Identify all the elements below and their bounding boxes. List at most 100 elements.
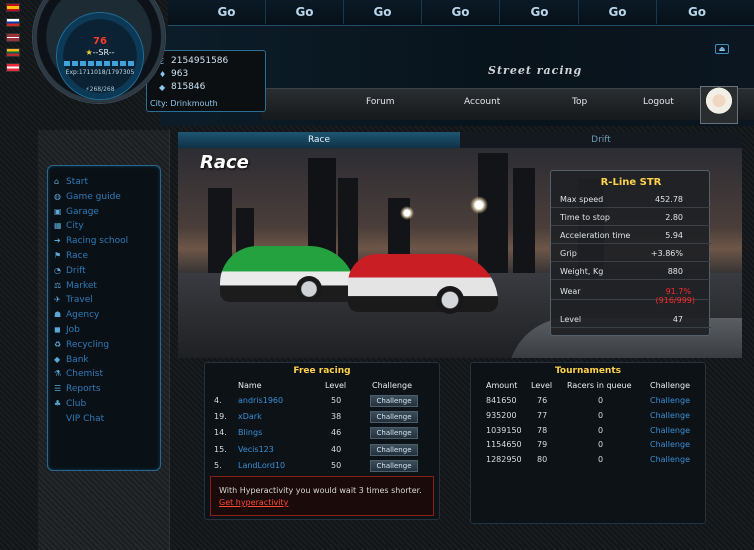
logo-text: Street racing: [488, 64, 583, 77]
go-button-7[interactable]: Go: [658, 0, 736, 24]
col-t-level: Level: [531, 381, 553, 390]
tournament-level: 76: [537, 396, 548, 405]
go-button-2[interactable]: Go: [266, 0, 344, 24]
challenge-button[interactable]: Challenge: [370, 395, 418, 407]
racer-level: 40: [331, 444, 342, 454]
flag-lithuania-icon[interactable]: [6, 48, 20, 57]
sidebar-item-city[interactable]: ▦ City: [54, 221, 84, 231]
racer-level: 50: [331, 460, 342, 470]
tournament-challenge-link[interactable]: Challenge: [650, 455, 690, 464]
racer-name-link[interactable]: xDark: [238, 412, 262, 421]
sidebar-item-garage[interactable]: ▣ Garage: [54, 207, 99, 217]
challenge-button[interactable]: Challenge: [370, 443, 418, 456]
city-label[interactable]: City: Drinkmouth: [150, 99, 262, 111]
tab-drift[interactable]: Drift: [460, 132, 742, 148]
free-racing-title: Free racing: [293, 366, 351, 376]
col-level: Level: [325, 381, 347, 390]
challenge-button[interactable]: Challenge: [370, 411, 418, 424]
challenge-button[interactable]: Challenge: [370, 459, 418, 472]
car-stat-divider: [551, 243, 711, 244]
drift-icon: ◔: [54, 265, 61, 275]
tournament-challenge-link[interactable]: Challenge: [650, 396, 690, 405]
tournament-challenge-link[interactable]: Challenge: [650, 426, 690, 435]
car-stat-label: Weight, Kg: [560, 267, 604, 276]
bank-icon: ◆: [54, 354, 61, 364]
car-wear-detail: (916/999): [655, 296, 695, 305]
car-stat-label: Grip: [560, 249, 577, 258]
racer-name-link[interactable]: andris1960: [238, 396, 283, 405]
go-button-1[interactable]: Go: [188, 0, 266, 24]
car-stat-value: 47: [672, 315, 683, 324]
tab-race[interactable]: Race: [178, 132, 460, 148]
exp-bar: [64, 61, 136, 66]
flag-spain-icon[interactable]: [6, 3, 20, 12]
tournament-level: 79: [537, 440, 548, 450]
menu-account[interactable]: Account: [464, 97, 500, 107]
sidebar-item-drift[interactable]: ◔ Drift: [54, 266, 86, 276]
sidebar-item-race[interactable]: ⚑ Race: [54, 251, 88, 261]
car-stat-label: Time to stop: [560, 213, 610, 222]
col-name: Name: [238, 381, 262, 390]
racer-rank: 5.: [214, 460, 222, 470]
tournament-level: 80: [537, 455, 548, 465]
car-stat-label: Wear: [560, 287, 581, 296]
sidebar-item-club[interactable]: ♣ Club: [54, 399, 86, 409]
tournament-amount: 841650: [486, 396, 517, 405]
sidebar-item-racing-school[interactable]: ➔ Racing school: [54, 236, 128, 246]
flag-russia-icon[interactable]: [6, 18, 20, 27]
sidebar-item-label: Racing school: [66, 236, 129, 247]
green-car: [220, 246, 356, 302]
go-button-5[interactable]: Go: [501, 0, 579, 24]
car-stat-value: 2.80: [665, 213, 683, 222]
sidebar-item-chemist[interactable]: ⚗ Chemist: [54, 369, 103, 379]
menu-logout[interactable]: Logout: [643, 97, 674, 107]
sidebar-item-label: Club: [66, 399, 87, 409]
go-button-6[interactable]: Go: [579, 0, 657, 24]
sidebar-item-travel[interactable]: ✈ Travel: [54, 295, 93, 305]
sidebar-item-bank[interactable]: ◆ Bank: [54, 355, 89, 365]
racer-name-link[interactable]: LandLord10: [238, 461, 285, 470]
racer-name-link[interactable]: Blings: [238, 428, 262, 437]
racer-name-link[interactable]: Vecis123: [238, 445, 274, 454]
tournament-challenge-link[interactable]: Challenge: [650, 440, 690, 449]
page-title: Race: [200, 152, 249, 173]
avatar[interactable]: [700, 86, 738, 124]
sidebar-item-label: Agency: [66, 310, 100, 321]
home-icon: ⌂: [54, 177, 60, 186]
get-hyperactivity-link[interactable]: Get hyperactivity: [219, 498, 288, 507]
agency-icon: ☗: [54, 310, 62, 320]
sidebar-item-job[interactable]: ◼ Job: [54, 325, 80, 335]
energy-row: ⚡268/268: [56, 86, 144, 93]
sidebar-item-agency[interactable]: ☗ Agency: [54, 310, 99, 320]
top-navigation: Go Go Go Go Go Go Go: [168, 0, 754, 26]
tournament-challenge-link[interactable]: Challenge: [650, 411, 690, 420]
game-page: Go Go Go Go Go Go Go ⏏ Street racing For…: [0, 0, 754, 550]
menu-bar: [262, 88, 754, 120]
challenge-button[interactable]: Challenge: [370, 427, 418, 440]
hyperactivity-notice: With Hyperactivity you would wait 3 time…: [210, 476, 434, 516]
go-button-3[interactable]: Go: [344, 0, 422, 24]
eject-icon[interactable]: ⏏: [715, 44, 729, 54]
sidebar-item-label: Game guide: [66, 191, 121, 202]
sidebar-item-start[interactable]: ⌂ Start: [54, 177, 88, 187]
sidebar-item-label: Chemist: [66, 369, 104, 380]
sidebar-item-vip-chat[interactable]: VIP Chat: [54, 414, 104, 424]
car-stat-divider: [551, 261, 711, 262]
menu-forum[interactable]: Forum: [366, 97, 395, 107]
points-icon: ◆: [159, 83, 166, 92]
go-button-4[interactable]: Go: [422, 0, 500, 24]
menu-top[interactable]: Top: [572, 97, 587, 107]
flag-latvia-icon[interactable]: [6, 33, 20, 42]
sidebar-item-market[interactable]: ⚖ Market: [54, 281, 97, 291]
player-rank: --SR--: [92, 48, 115, 57]
sidebar-item-recycling[interactable]: ♻ Recycling: [54, 340, 109, 350]
racer-rank: 15.: [214, 444, 227, 454]
flag-austria-icon[interactable]: [6, 63, 20, 72]
recycling-icon: ♻: [54, 339, 62, 349]
sidebar-item-label: Start: [66, 177, 88, 187]
sidebar-item-reports[interactable]: ☰ Reports: [54, 384, 101, 394]
racer-rank: 4.: [214, 396, 222, 405]
tournament-queue: 0: [598, 455, 604, 465]
sidebar-item-game-guide[interactable]: ◍ Game guide: [54, 192, 121, 202]
market-icon: ⚖: [54, 280, 62, 290]
